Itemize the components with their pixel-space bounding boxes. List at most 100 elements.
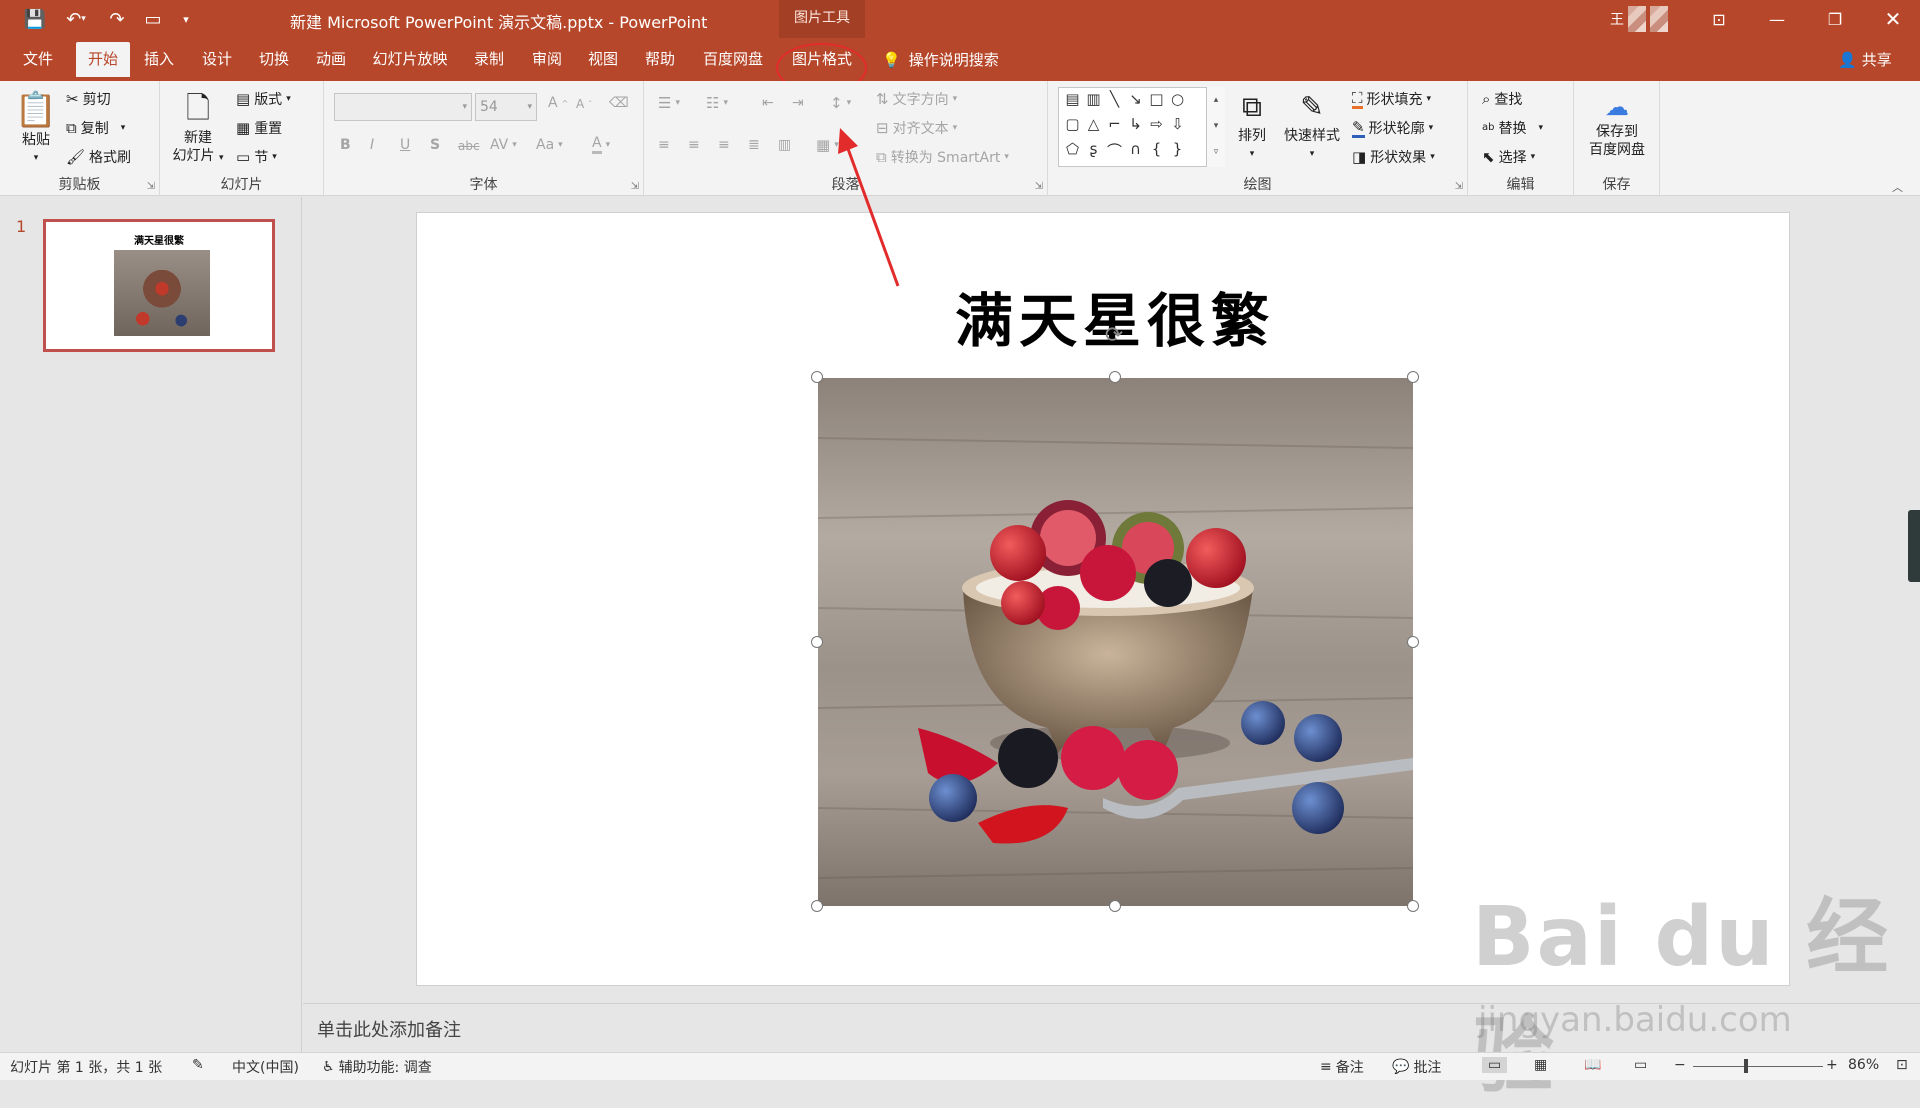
reading-view-icon[interactable]: 📖 [1584,1057,1601,1073]
accessibility-status[interactable]: ♿ 辅助功能: 调查 [322,1057,432,1077]
shape-outline-button[interactable]: ✎ 形状轮廓 ▾ [1352,118,1433,138]
align-left-icon[interactable]: ≡ [658,137,670,153]
share-button[interactable]: 👤 共享 [1838,42,1892,77]
minimize-icon[interactable]: — [1752,0,1802,38]
dialog-launcher-icon[interactable]: ⇲ [1455,181,1463,192]
tab-home[interactable]: 开始 [76,42,130,77]
tab-design[interactable]: 设计 [194,42,240,77]
elbow-arrow-icon[interactable]: ↳ [1125,115,1146,140]
undo-icon[interactable]: ↶ ▾ [58,6,94,32]
freeform-icon[interactable]: ⬠ [1062,140,1083,165]
slide-sorter-icon[interactable]: ▦ [1534,1057,1547,1073]
zoom-slider[interactable] [1693,1066,1823,1067]
zoom-out-icon[interactable]: − [1674,1057,1686,1073]
bold-button[interactable]: B [340,137,351,153]
save-to-netdisk-button[interactable]: ☁ 保存到 百度网盘 [1580,91,1654,159]
user-avatar[interactable]: 王 [1610,6,1680,32]
align-text-button[interactable]: ⊟ 对齐文本 ▾ [876,118,957,138]
tab-help[interactable]: 帮助 [637,42,683,77]
arrange-button[interactable]: ⧉ 排列 ▾ [1232,87,1272,163]
increase-indent-icon[interactable]: ⇥ [792,95,804,111]
distributed-icon[interactable]: ▥ [778,137,791,153]
down-arrow-icon[interactable]: ⇩ [1167,115,1188,140]
tell-me-search[interactable]: 💡 操作说明搜索 [882,42,999,77]
collapse-ribbon-icon[interactable]: ︿ [1892,179,1903,195]
dialog-launcher-icon[interactable]: ⇲ [147,181,155,192]
font-size-combo[interactable]: 54 ▾ [475,93,537,121]
restore-icon[interactable]: ❐ [1810,0,1860,38]
tab-slideshow[interactable]: 幻灯片放映 [364,42,456,77]
resize-handle-left[interactable] [811,636,823,648]
text-shadow-button[interactable]: S [430,137,440,153]
grow-font-button[interactable]: A ^ [548,95,568,111]
language-status[interactable]: 中文(中国) [232,1057,299,1077]
section-button[interactable]: ▭ 节 ▾ [236,147,277,167]
selected-picture[interactable] [818,378,1413,906]
connector-icon[interactable]: ⌐ [1104,115,1125,140]
left-brace-icon[interactable]: { [1146,140,1167,165]
shapes-gallery[interactable]: ▤ ▥ ╲ ↘ □ ○ ▢ △ ⌐ ↳ ⇨ ⇩ ⬠ ʂ ⌒ ∩{} [1058,87,1225,167]
presenter-icon[interactable]: ▭ [140,6,166,32]
copy-button[interactable]: ⧉ 复制 ▾ [66,118,125,138]
arrow-line-icon[interactable]: ↘ [1125,90,1146,115]
underline-button[interactable]: U [400,137,410,153]
slide-thumbnail[interactable]: 满天星很繁 [43,219,275,352]
numbering-button[interactable]: ☷ ▾ [706,95,728,111]
quick-styles-button[interactable]: ✎ 快速样式 ▾ [1280,87,1344,163]
slide-count[interactable]: 幻灯片 第 1 张，共 1 张 [10,1057,162,1077]
resize-handle-top-right[interactable] [1407,371,1419,383]
tab-baidu-netdisk[interactable]: 百度网盘 [696,42,770,77]
shape-effects-button[interactable]: ◨ 形状效果 ▾ [1352,147,1435,167]
layout-button[interactable]: ▤ 版式 ▾ [236,89,291,109]
resize-handle-top-left[interactable] [811,371,823,383]
textbox-icon[interactable]: ▤ [1062,90,1083,115]
normal-view-icon[interactable]: ▭ [1482,1057,1508,1073]
tab-review[interactable]: 审阅 [524,42,570,77]
strikethrough-button[interactable]: abc [458,139,480,153]
dialog-launcher-icon[interactable]: ⇲ [631,181,639,192]
resize-handle-bottom[interactable] [1109,900,1121,912]
change-case-button[interactable]: Aa ▾ [536,137,563,153]
side-widget[interactable] [1908,510,1920,582]
select-button[interactable]: ⬉ 选择 ▾ [1482,147,1535,167]
tab-transitions[interactable]: 切换 [251,42,297,77]
replace-button[interactable]: ab 替换 ▾ [1482,118,1543,138]
curve-icon[interactable]: ∩ [1125,140,1146,165]
resize-handle-top[interactable] [1109,371,1121,383]
reset-button[interactable]: ▦ 重置 [236,118,282,138]
slideshow-icon[interactable]: ▭ [1634,1057,1647,1073]
italic-button[interactable]: I [370,137,374,153]
save-icon[interactable]: 💾 [22,6,48,32]
ribbon-display-icon[interactable]: ⊡ [1694,0,1744,38]
right-brace-icon[interactable]: } [1167,140,1188,165]
dialog-launcher-icon[interactable]: ⇲ [1035,181,1043,192]
line-icon[interactable]: ╲ [1104,90,1125,115]
notes-placeholder[interactable]: 单击此处添加备注 [317,1016,461,1042]
redo-icon[interactable]: ↷ [104,6,130,32]
arc-icon[interactable]: ⌒ [1104,140,1125,165]
shapes-gallery-scroll[interactable]: ▴ ▾ ▿ [1206,87,1225,167]
close-icon[interactable]: ✕ [1868,0,1918,38]
rectangle-icon[interactable]: □ [1146,90,1167,115]
justify-icon[interactable]: ≣ [748,137,760,153]
new-slide-button[interactable]: 🗋 新建 幻灯片 ▾ [168,89,228,167]
tab-record[interactable]: 录制 [466,42,512,77]
paste-button[interactable]: 📋 粘贴 ▾ [14,89,58,167]
triangle-icon[interactable]: △ [1083,115,1104,140]
oval-icon[interactable]: ○ [1167,90,1188,115]
convert-smartart-button[interactable]: ⧉ 转换为 SmartArt ▾ [876,147,1009,167]
cut-button[interactable]: ✂ 剪切 [66,89,111,109]
align-right-icon[interactable]: ≡ [718,137,730,153]
shrink-font-button[interactable]: Aˇ [576,97,592,111]
rounded-rect-icon[interactable]: ▢ [1062,115,1083,140]
rotate-handle-icon[interactable]: ⟳ [1102,324,1126,348]
shape-fill-button[interactable]: ⛶ 形状填充 ▾ [1352,89,1431,109]
decrease-indent-icon[interactable]: ⇤ [762,95,774,111]
format-painter-button[interactable]: 🖌 格式刷 [66,147,131,167]
line-spacing-button[interactable]: ↕ ▾ [830,95,851,111]
zoom-slider-thumb[interactable] [1744,1059,1748,1073]
align-center-icon[interactable]: ≡ [688,137,700,153]
customize-qat-icon[interactable]: ▾ [176,6,196,32]
notes-toggle[interactable]: ≡ 备注 [1320,1057,1364,1077]
comments-toggle[interactable]: 💬 批注 [1392,1057,1441,1077]
